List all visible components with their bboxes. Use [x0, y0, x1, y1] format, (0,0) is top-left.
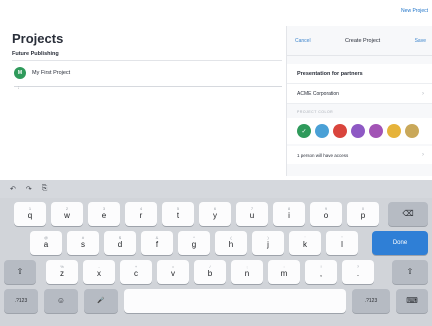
hide-keyboard-key[interactable]: ⌨ [396, 289, 428, 313]
key-y[interactable]: 6y [199, 202, 231, 226]
key-d[interactable]: $ d [104, 231, 136, 255]
organization-select[interactable]: ACME Corporation › [287, 84, 432, 104]
backspace-icon: ⌫ [402, 209, 414, 218]
project-avatar: M [14, 67, 26, 79]
color-swatch[interactable] [369, 124, 383, 138]
keyboard: 1q 2w 3e 4r 5t 6y 7u 8i 9o 0p ⌫ @ a # s $ d… [0, 198, 432, 326]
shift-key-right[interactable]: ⇧ [392, 260, 428, 284]
globe-key[interactable]: ☺ [44, 289, 78, 313]
key-n[interactable]: ; n [231, 260, 263, 284]
key-x[interactable]: -x [83, 260, 115, 284]
color-swatch[interactable] [333, 124, 347, 138]
key-c[interactable]: + c [120, 260, 152, 284]
key-a[interactable]: @ a [30, 231, 62, 255]
numbers-key-right[interactable]: .?123 [352, 289, 390, 313]
color-label: PROJECT COLOR [297, 110, 334, 114]
key-s[interactable]: # s [67, 231, 99, 255]
key-i[interactable]: 8i [273, 202, 305, 226]
key-r[interactable]: 4r [125, 202, 157, 226]
paste-icon[interactable]: ⎘ [42, 185, 48, 193]
key-g[interactable]: * g [178, 231, 210, 255]
color-picker: ✓ [287, 118, 432, 144]
save-button[interactable]: Save [415, 38, 426, 44]
emoji-icon: ☺ [56, 296, 66, 305]
key-u[interactable]: 7u [236, 202, 268, 226]
divider [12, 60, 282, 61]
key-period[interactable]: ?. [342, 260, 374, 284]
color-swatch[interactable] [387, 124, 401, 138]
project-name-input[interactable]: Presentation for partners [287, 64, 432, 84]
space-key[interactable] [124, 289, 346, 313]
shift-icon: ⇧ [16, 267, 24, 276]
checkmark-icon: ✓ [301, 128, 307, 135]
key-f[interactable]: & f [141, 231, 173, 255]
create-project-modal: Cancel Create Project Save Presentation … [286, 26, 432, 176]
key-h[interactable]: (h [215, 231, 247, 255]
keyboard-shortcut-bar: ↶ ↷ ⎘ [0, 180, 432, 198]
key-b[interactable]: / b [194, 260, 226, 284]
done-key[interactable]: Done [372, 231, 428, 255]
organization-value: ACME Corporation [297, 90, 339, 97]
access-text: 1 person will have access [297, 152, 349, 158]
key-j[interactable]: ) j [252, 231, 284, 255]
undo-icon[interactable]: ↶ [10, 185, 16, 193]
key-k[interactable]: ' k [289, 231, 321, 255]
shift-icon: ⇧ [406, 267, 414, 276]
new-project-link[interactable]: New Project [401, 8, 428, 14]
color-swatch[interactable]: ✓ [297, 124, 311, 138]
key-w[interactable]: 2w [51, 202, 83, 226]
key-e[interactable]: 3e [88, 202, 120, 226]
microphone-icon: 🎤 [97, 298, 105, 304]
add-project-input[interactable]: ⁞ [18, 85, 19, 90]
key-z[interactable]: % z [46, 260, 78, 284]
key-l[interactable]: " l [326, 231, 358, 255]
color-swatch[interactable] [351, 124, 365, 138]
chevron-right-icon: › [422, 90, 424, 97]
redo-icon[interactable]: ↷ [26, 185, 32, 193]
modal-title: Create Project [345, 37, 381, 44]
key-comma[interactable]: !, [305, 260, 337, 284]
color-swatch[interactable] [405, 124, 419, 138]
color-swatch[interactable] [315, 124, 329, 138]
workspace-name[interactable]: Future Publishing [12, 51, 59, 57]
dictation-key[interactable]: 🎤 [84, 289, 118, 313]
modal-header: Cancel Create Project Save [287, 26, 432, 56]
keyboard-hide-icon: ⌨ [406, 296, 418, 305]
key-m[interactable]: :m [268, 260, 300, 284]
key-o[interactable]: 9o [310, 202, 342, 226]
key-q[interactable]: 1q [14, 202, 46, 226]
key-p[interactable]: 0p [347, 202, 379, 226]
key-v[interactable]: = v [157, 260, 189, 284]
page-title: Projects [12, 31, 64, 46]
backspace-key[interactable]: ⌫ [388, 202, 428, 226]
numbers-key[interactable]: .?123 [4, 289, 38, 313]
shift-key[interactable]: ⇧ [4, 260, 36, 284]
cancel-button[interactable]: Cancel [295, 38, 311, 44]
project-list-item[interactable]: M My First Project [14, 66, 70, 80]
divider [14, 86, 282, 87]
access-row[interactable]: 1 person will have access › [287, 146, 432, 164]
key-t[interactable]: 5t [162, 202, 194, 226]
project-name: My First Project [32, 70, 71, 76]
chevron-right-icon: › [422, 152, 424, 158]
